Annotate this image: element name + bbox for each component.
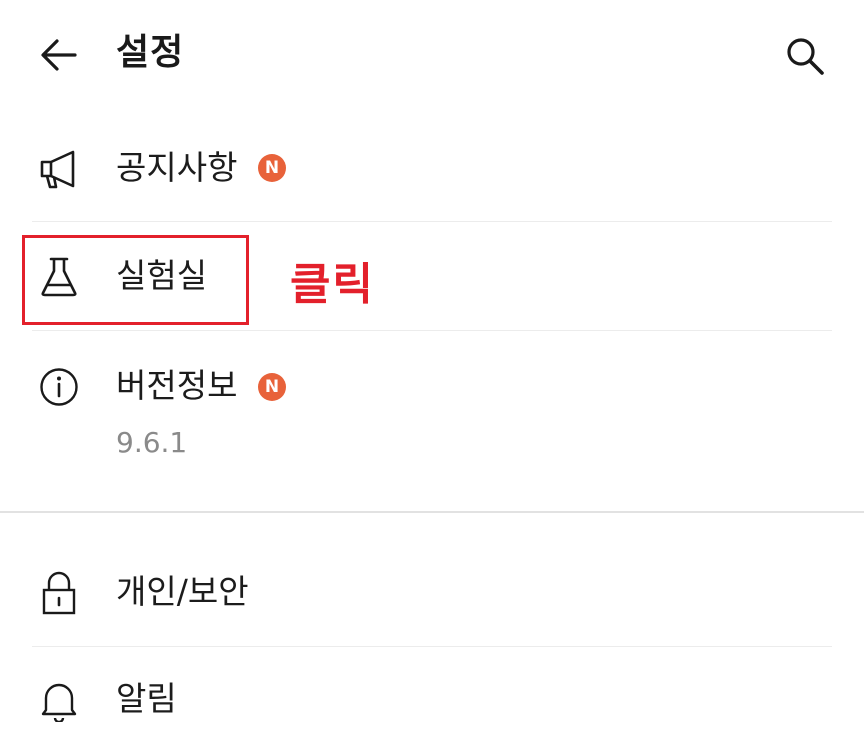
app-header: 설정 [0,0,864,110]
menu-item-version[interactable]: 버전정보 N 9.6.1 [0,331,864,511]
back-button[interactable] [36,32,82,78]
menu-item-notice[interactable]: 공지사항 N [0,118,864,222]
search-icon [787,38,824,75]
click-annotation: 클릭 [290,259,375,310]
info-icon [34,362,84,412]
menu-item-label: 버전정보 [116,366,238,405]
menu-item-label: 알림 [116,679,177,718]
new-badge: N [258,154,286,182]
menu-item-label: 실험실 [116,256,208,295]
menu-item-label: 공지사항 [116,148,238,187]
menu-item-lab[interactable]: 실험실 [0,222,864,330]
version-number: 9.6.1 [116,426,188,459]
page-title: 설정 [116,32,185,73]
bell-icon [34,675,84,725]
menu-item-alerts[interactable]: 알림 [0,647,864,730]
lock-icon [34,568,84,618]
flask-icon [34,252,84,302]
arrow-left-icon [41,39,77,71]
section-divider [0,511,864,513]
menu-item-privacy[interactable]: 개인/보안 [0,540,864,646]
new-badge: N [258,373,286,401]
megaphone-icon [34,144,84,194]
menu-item-label: 개인/보안 [116,572,249,611]
search-button[interactable] [780,31,830,81]
